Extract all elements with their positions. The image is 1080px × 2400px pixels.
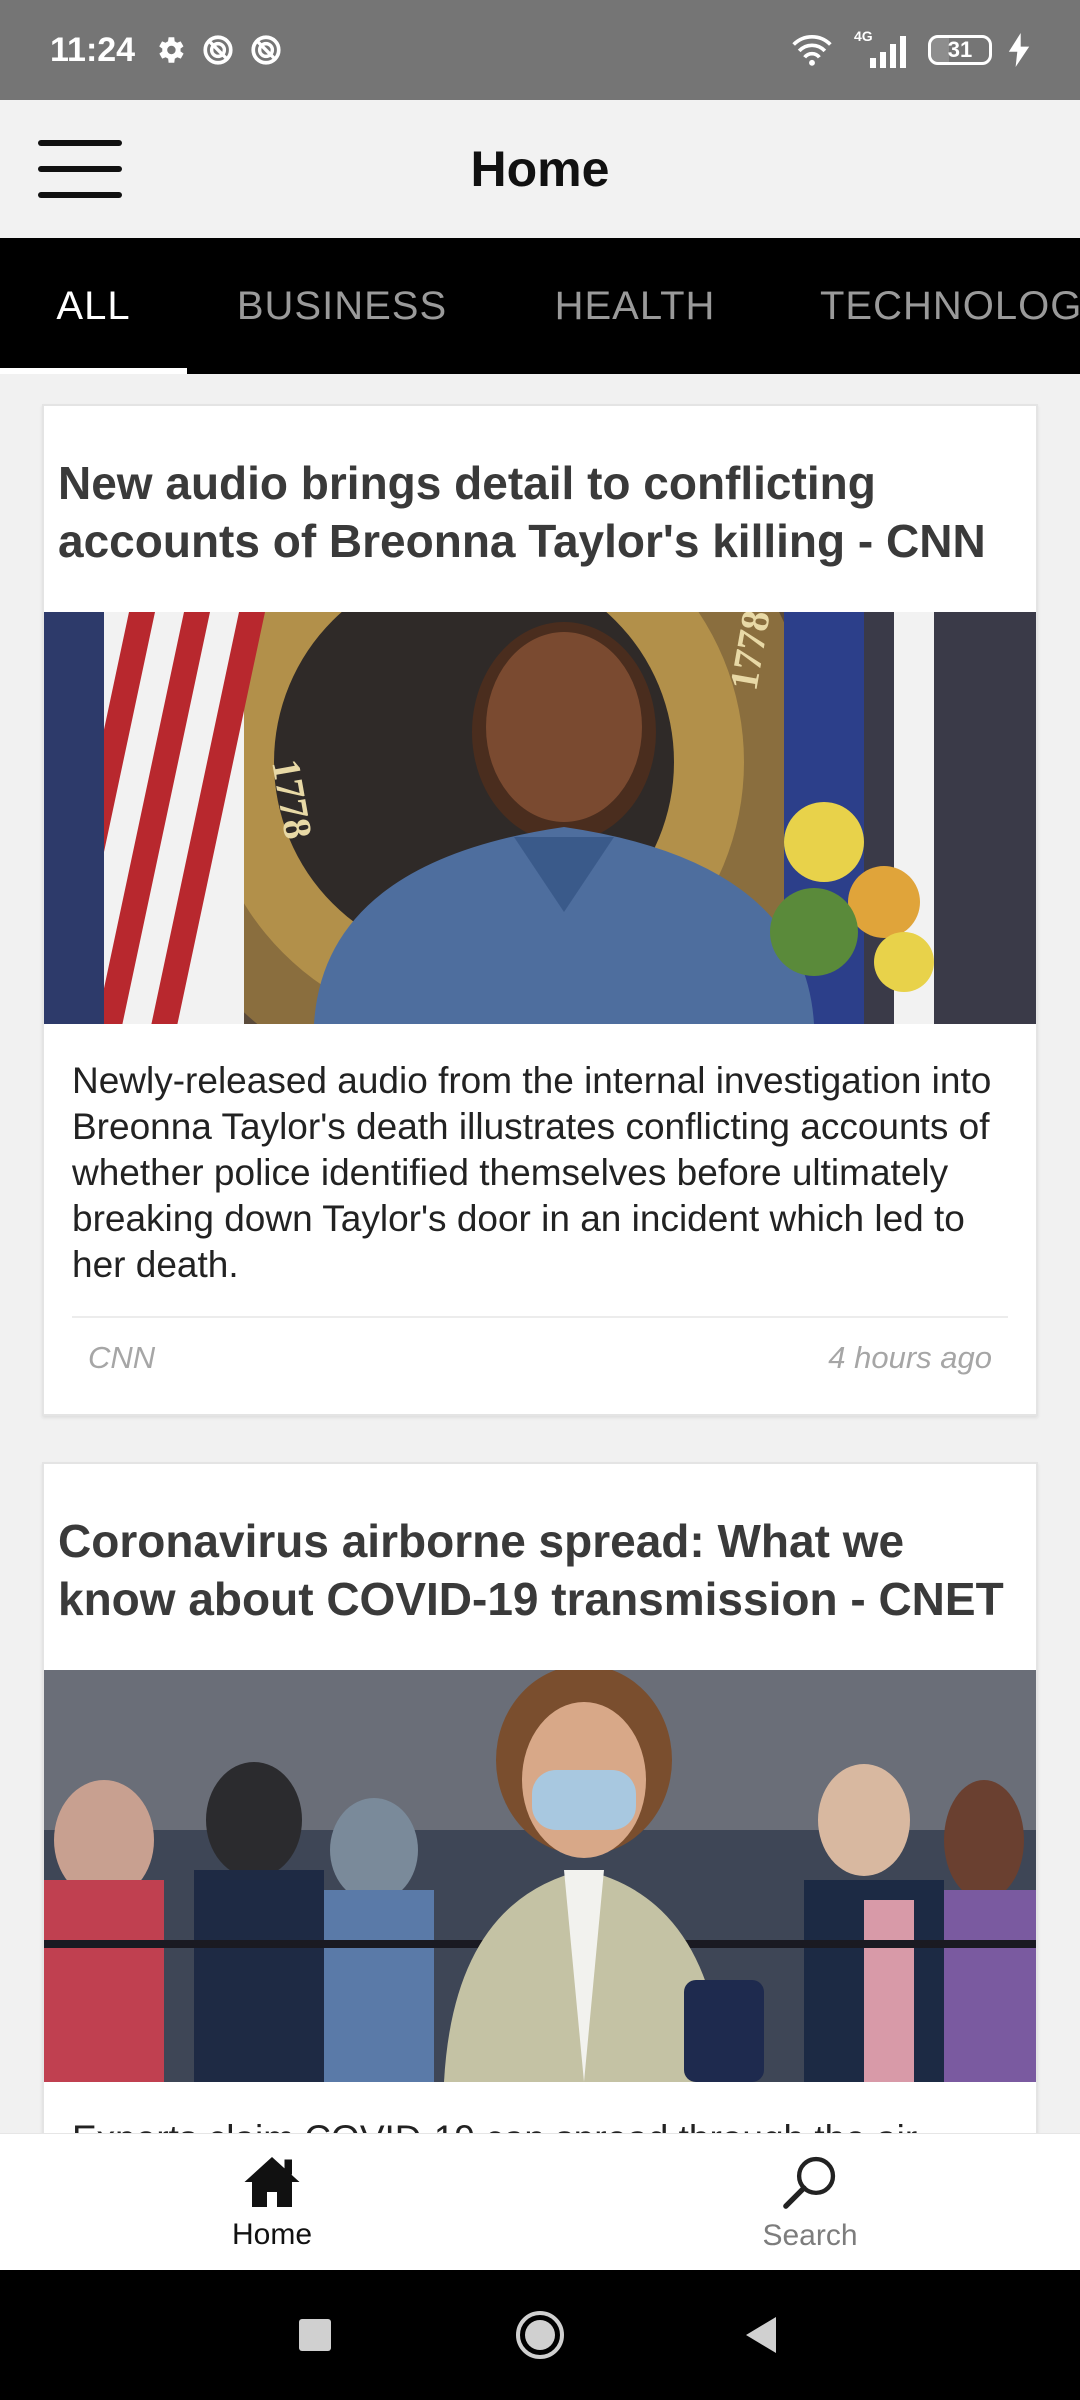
bottom-navigation: Home Search	[0, 2133, 1080, 2270]
wifi-icon	[792, 34, 832, 66]
hamburger-menu-icon[interactable]	[38, 138, 122, 200]
article-time: 4 hours ago	[828, 1340, 992, 1375]
tab-health[interactable]: HEALTH	[530, 238, 740, 374]
charging-bolt-icon	[1008, 33, 1030, 67]
article-photo	[44, 1670, 1036, 2082]
settings-gear-icon	[159, 37, 184, 63]
back-triangle-icon	[746, 2317, 776, 2353]
news-card[interactable]: Coronavirus airborne spread: What we kno…	[42, 1462, 1038, 2134]
nav-home[interactable]: Home	[122, 2134, 422, 2271]
article-headline[interactable]: New audio brings detail to conflicting a…	[44, 406, 1036, 612]
status-time: 11:24	[50, 30, 136, 69]
cellular-signal-icon: 4G	[850, 28, 912, 68]
search-icon	[783, 2156, 836, 2209]
nav-search-label: Search	[762, 2218, 858, 2252]
home-system-button[interactable]	[480, 2270, 600, 2400]
page-title: Home	[470, 141, 610, 197]
nav-search[interactable]: Search	[660, 2134, 960, 2271]
article-source: CNN	[88, 1340, 156, 1375]
status-bar: 11:24 4G 31	[0, 0, 1080, 100]
article-description: Experts claim COVID-19 can spread throug…	[44, 2082, 1036, 2134]
blocked-notification-icon-2	[251, 35, 281, 65]
blocked-notification-icon	[203, 35, 233, 65]
article-photo: 1778 1778	[44, 612, 1036, 1024]
article-description: Newly-released audio from the internal i…	[72, 1060, 992, 1285]
tab-technology[interactable]: TECHNOLOG	[820, 238, 1080, 374]
article-meta: CNN 4 hours ago	[44, 1318, 1036, 1414]
nav-home-label: Home	[231, 2217, 313, 2251]
battery-indicator: 31	[928, 35, 992, 65]
battery-level: 31	[947, 37, 973, 62]
recents-square-icon	[299, 2319, 331, 2351]
category-tabs: ALL BUSINESS HEALTH TECHNOLOG	[0, 238, 1080, 374]
tab-all[interactable]: ALL	[0, 238, 187, 374]
american-flag	[44, 612, 265, 1024]
recents-button[interactable]	[255, 2270, 375, 2400]
app-bar: Home	[0, 100, 1080, 238]
article-image[interactable]	[44, 1670, 1036, 2082]
system-navigation-bar	[0, 2270, 1080, 2400]
article-headline[interactable]: Coronavirus airborne spread: What we kno…	[44, 1464, 1036, 1670]
tab-business[interactable]: BUSINESS	[222, 238, 462, 374]
news-feed[interactable]: New audio brings detail to conflicting a…	[0, 374, 1080, 2134]
article-image[interactable]: 1778 1778	[44, 612, 1036, 1024]
home-icon	[244, 2156, 300, 2207]
back-button[interactable]	[700, 2270, 820, 2400]
home-circle-icon	[516, 2311, 564, 2359]
news-card[interactable]: New audio brings detail to conflicting a…	[42, 404, 1038, 1416]
